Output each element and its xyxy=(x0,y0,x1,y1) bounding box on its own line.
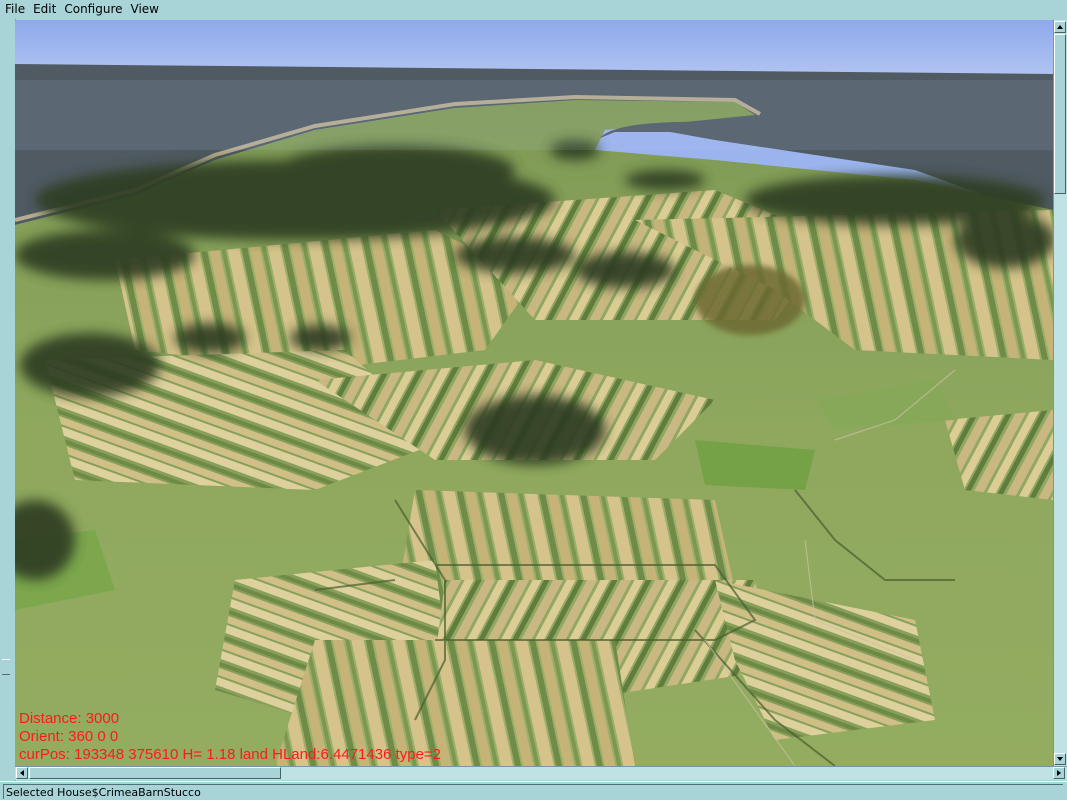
arrow-down-icon xyxy=(1057,757,1063,761)
menu-edit[interactable]: Edit xyxy=(29,0,60,19)
left-panel-edge xyxy=(0,19,16,781)
debug-overlay: Distance: 3000 Orient: 360 0 0 curPos: 1… xyxy=(19,710,441,764)
menu-bar: File Edit Configure View xyxy=(0,0,1067,19)
terrain-viewport[interactable]: Distance: 3000 Orient: 360 0 0 curPos: 1… xyxy=(15,20,1053,766)
splitter-handle[interactable] xyxy=(2,659,10,675)
arrow-right-icon xyxy=(1057,770,1061,776)
orient-readout: Orient: 360 0 0 xyxy=(19,728,119,745)
horizontal-scroll-thumb[interactable] xyxy=(29,767,281,779)
vertical-scroll-thumb[interactable] xyxy=(1054,34,1066,194)
scroll-right-button[interactable] xyxy=(1053,767,1065,779)
arrow-up-icon xyxy=(1057,25,1063,29)
arrow-left-icon xyxy=(20,770,24,776)
scroll-left-button[interactable] xyxy=(16,767,28,779)
status-text: Selected House$CrimeaBarnStucco xyxy=(3,784,1063,799)
scroll-up-button[interactable] xyxy=(1054,21,1066,33)
horizontal-scrollbar[interactable] xyxy=(15,766,1067,780)
menu-configure[interactable]: Configure xyxy=(60,0,126,19)
menu-file[interactable]: File xyxy=(0,0,29,19)
menu-view[interactable]: View xyxy=(127,0,163,19)
application-window: File Edit Configure View Distance: 3000 … xyxy=(0,0,1067,800)
vertical-scrollbar[interactable] xyxy=(1053,20,1067,766)
curpos-readout: curPos: 193348 375610 H= 1.18 land HLand… xyxy=(19,746,442,763)
terrain-render xyxy=(15,20,1053,766)
status-bar: Selected House$CrimeaBarnStucco xyxy=(0,781,1067,800)
scroll-down-button[interactable] xyxy=(1054,753,1066,765)
distance-readout: Distance: 3000 xyxy=(19,710,120,727)
village xyxy=(695,265,805,335)
